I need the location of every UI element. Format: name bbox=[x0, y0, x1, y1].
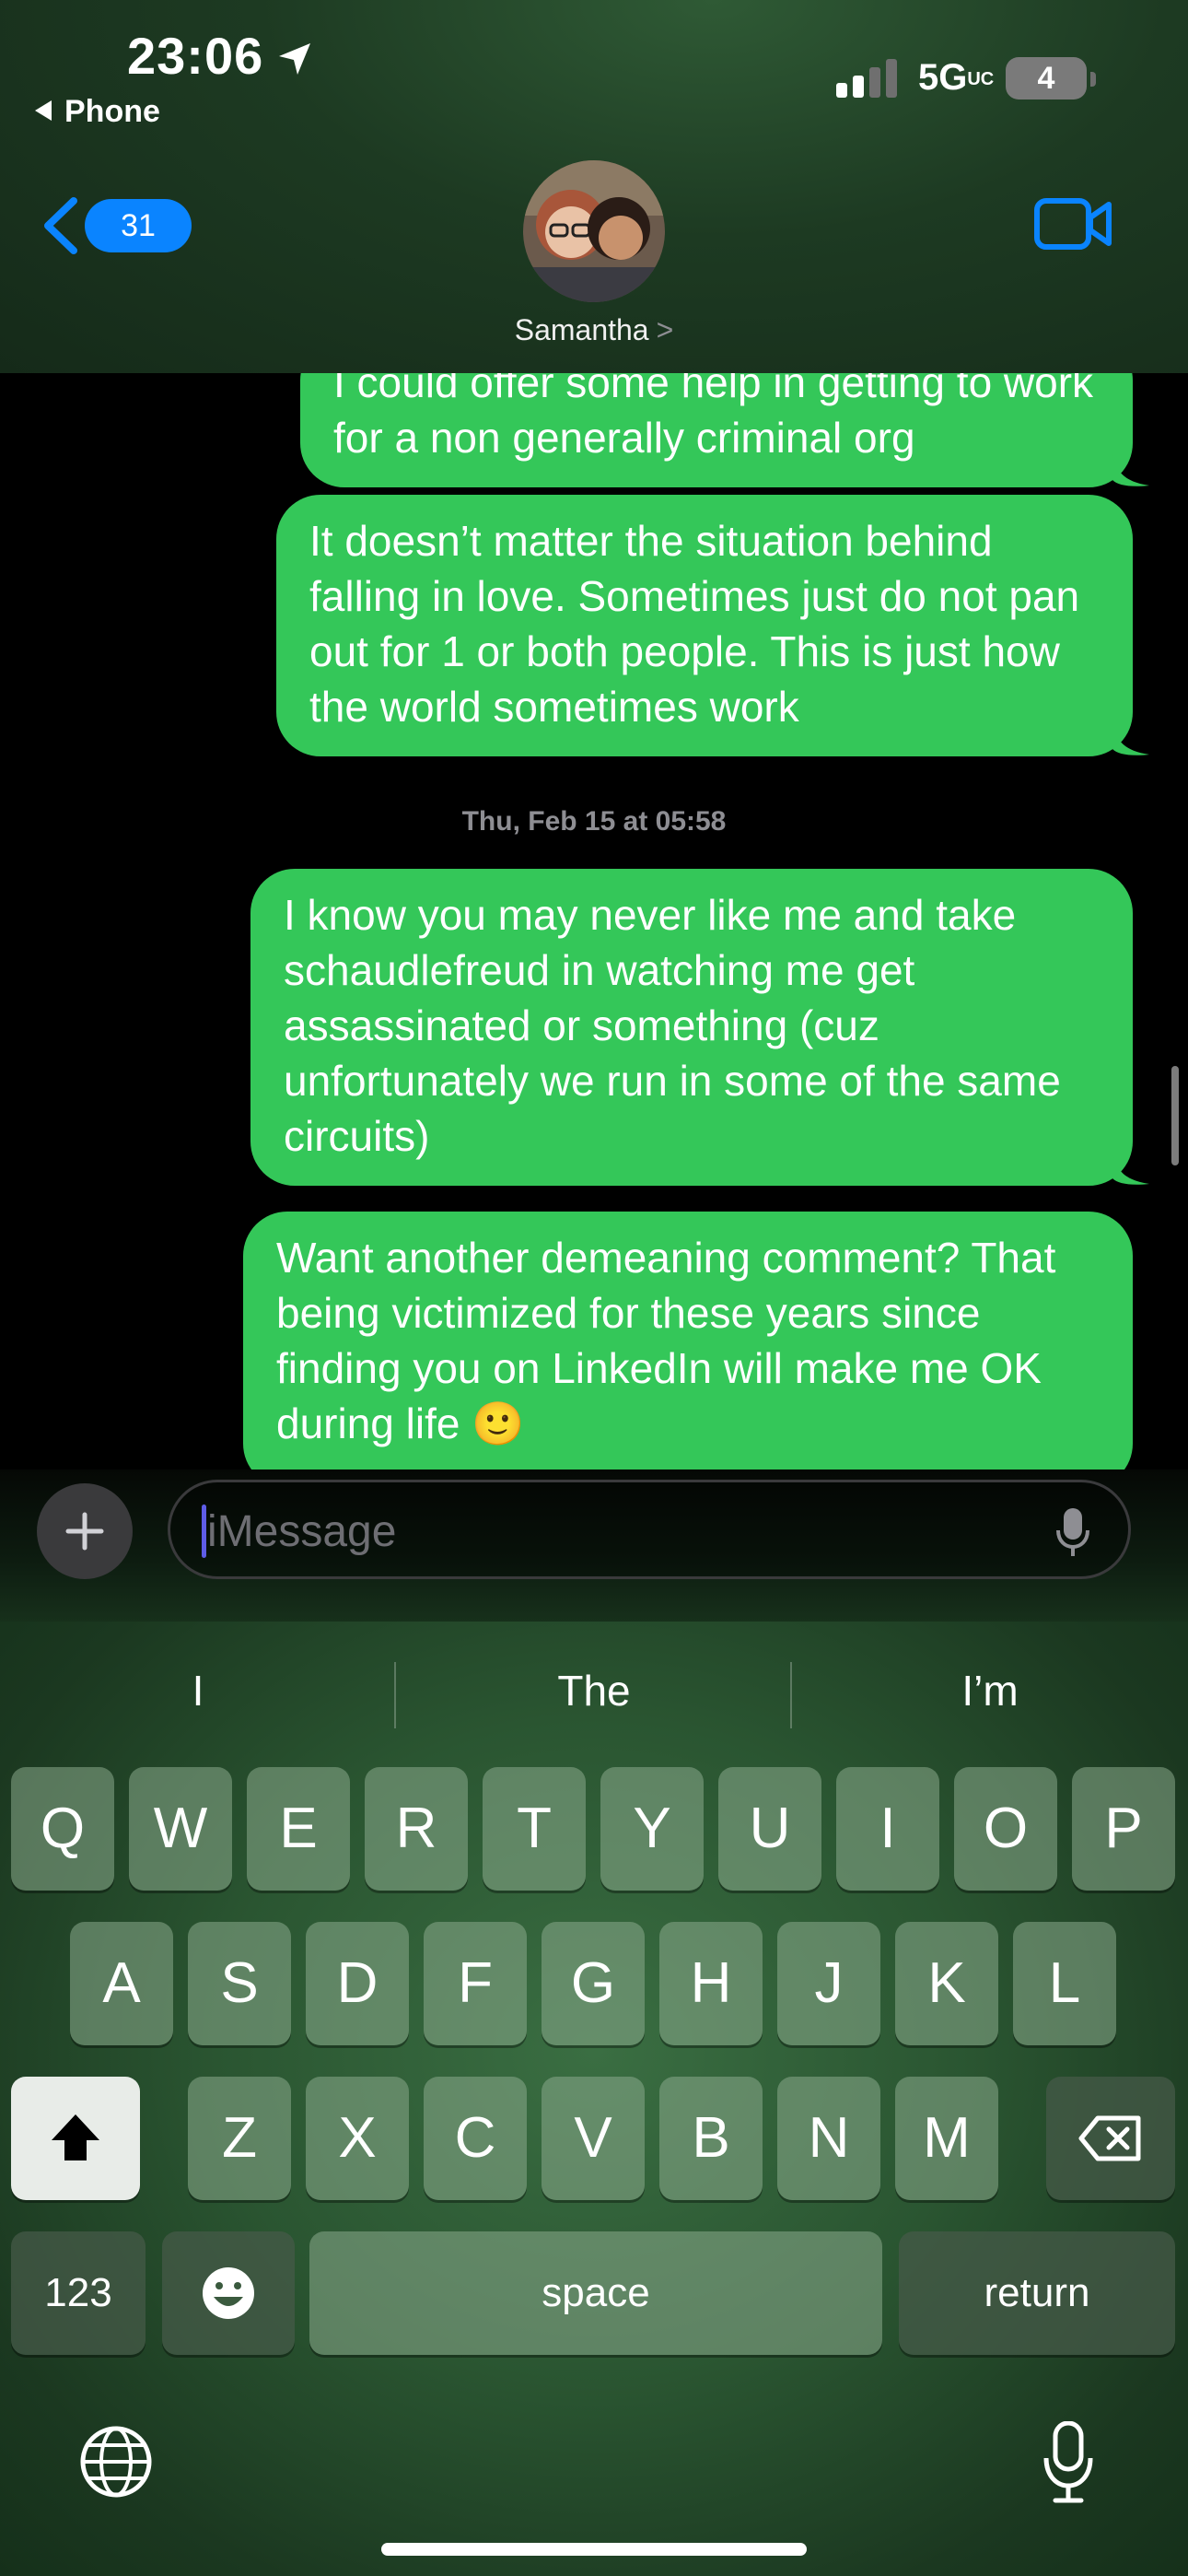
message-bubble[interactable]: It doesn’t matter the situation behind f… bbox=[276, 495, 1149, 756]
home-indicator[interactable] bbox=[381, 2543, 807, 2556]
apps-plus-button[interactable] bbox=[37, 1483, 133, 1579]
message-text: I know you may never like me and take sc… bbox=[284, 891, 1061, 1160]
delete-key[interactable] bbox=[1046, 2077, 1175, 2200]
key-o[interactable]: O bbox=[954, 1767, 1057, 1891]
key-n[interactable]: N bbox=[777, 2077, 880, 2200]
key-q[interactable]: Q bbox=[11, 1767, 114, 1891]
key-j[interactable]: J bbox=[777, 1922, 880, 2045]
space-key[interactable]: space bbox=[309, 2231, 882, 2355]
bubble-tail bbox=[1112, 454, 1149, 486]
keyboard: I The I’m Q W E R T Y U I O P A S D F G … bbox=[0, 1622, 1188, 2576]
battery-indicator: 4 bbox=[1006, 57, 1087, 100]
facetime-video-icon[interactable] bbox=[1033, 193, 1112, 254]
cellular-signal-icon bbox=[836, 59, 897, 98]
key-e[interactable]: E bbox=[247, 1767, 350, 1891]
key-l[interactable]: L bbox=[1013, 1922, 1116, 2045]
back-to-app-link[interactable]: Phone bbox=[35, 94, 160, 130]
shift-key[interactable] bbox=[11, 2077, 140, 2200]
back-app-label: Phone bbox=[64, 94, 160, 129]
network-suffix: UC bbox=[967, 69, 995, 90]
bubble-tail bbox=[1112, 723, 1149, 755]
key-h[interactable]: H bbox=[659, 1922, 763, 2045]
status-time: 23:06 bbox=[127, 27, 264, 85]
prediction-1[interactable]: I bbox=[0, 1622, 396, 1760]
return-key[interactable]: return bbox=[899, 2231, 1175, 2355]
bubble-tail bbox=[1112, 1153, 1149, 1185]
plus-icon bbox=[65, 1512, 104, 1551]
key-t[interactable]: T bbox=[483, 1767, 586, 1891]
key-f[interactable]: F bbox=[424, 1922, 527, 2045]
numbers-key[interactable]: 123 bbox=[11, 2231, 146, 2355]
key-u[interactable]: U bbox=[718, 1767, 821, 1891]
back-button[interactable]: 31 bbox=[41, 192, 192, 256]
avatar-photo bbox=[523, 160, 665, 302]
battery-tip bbox=[1090, 72, 1096, 87]
key-k[interactable]: K bbox=[895, 1922, 998, 2045]
key-i[interactable]: I bbox=[836, 1767, 939, 1891]
key-w[interactable]: W bbox=[129, 1767, 232, 1891]
key-z[interactable]: Z bbox=[188, 2077, 291, 2200]
prediction-3[interactable]: I’m bbox=[792, 1622, 1188, 1760]
emoji-key[interactable] bbox=[162, 2231, 295, 2355]
network-type: 5GUC bbox=[918, 57, 995, 99]
message-bubble[interactable]: I know you may never like me and take sc… bbox=[250, 869, 1149, 1186]
key-r[interactable]: R bbox=[365, 1767, 468, 1891]
imessage-input-field[interactable] bbox=[168, 1480, 1131, 1579]
prediction-2[interactable]: The bbox=[396, 1622, 792, 1760]
contact-name-label: Samantha bbox=[514, 313, 649, 346]
network-label: 5G bbox=[918, 57, 968, 98]
contact-chevron-icon: > bbox=[656, 313, 674, 346]
message-text: I could offer some help in getting to wo… bbox=[333, 373, 1094, 462]
key-v[interactable]: V bbox=[542, 2077, 645, 2200]
back-triangle-icon bbox=[35, 100, 52, 122]
dictation-mic-icon[interactable] bbox=[1042, 2421, 1094, 2504]
back-chevron-icon bbox=[44, 197, 77, 254]
key-m[interactable]: M bbox=[895, 2077, 998, 2200]
message-timestamp: Thu, Feb 15 at 05:58 bbox=[461, 806, 727, 837]
message-input[interactable] bbox=[205, 1495, 1019, 1567]
key-d[interactable]: D bbox=[306, 1922, 409, 2045]
key-g[interactable]: G bbox=[542, 1922, 645, 2045]
message-bubble[interactable]: I could offer some help in getting to wo… bbox=[300, 373, 1149, 487]
message-text: Want another demeaning comment? That bei… bbox=[276, 1234, 1056, 1447]
location-arrow-icon bbox=[279, 43, 310, 75]
contact-name[interactable]: Samantha > bbox=[0, 313, 1188, 347]
key-s[interactable]: S bbox=[188, 1922, 291, 2045]
scroll-indicator[interactable] bbox=[1171, 1066, 1179, 1165]
conversation-header: 23:06 Phone 5GUC 4 31 Samantha > bbox=[0, 0, 1188, 374]
globe-keyboard-switch-icon[interactable] bbox=[77, 2423, 155, 2500]
message-list[interactable]: I could offer some help in getting to wo… bbox=[0, 373, 1188, 1469]
unread-count-badge: 31 bbox=[85, 199, 192, 252]
key-c[interactable]: C bbox=[424, 2077, 527, 2200]
key-p[interactable]: P bbox=[1072, 1767, 1175, 1891]
key-x[interactable]: X bbox=[306, 2077, 409, 2200]
dictation-mic-icon[interactable] bbox=[1054, 1506, 1091, 1558]
message-text: It doesn’t matter the situation behind f… bbox=[309, 517, 1080, 731]
key-a[interactable]: A bbox=[70, 1922, 173, 2045]
battery-level: 4 bbox=[1037, 61, 1055, 96]
shift-arrow-icon bbox=[52, 2114, 99, 2160]
key-y[interactable]: Y bbox=[600, 1767, 704, 1891]
emoji-face-icon bbox=[203, 2267, 254, 2319]
contact-avatar[interactable] bbox=[523, 160, 665, 302]
key-b[interactable]: B bbox=[659, 2077, 763, 2200]
backspace-icon bbox=[1078, 2115, 1141, 2161]
message-bubble[interactable]: Want another demeaning comment? That bei… bbox=[243, 1212, 1133, 1469]
